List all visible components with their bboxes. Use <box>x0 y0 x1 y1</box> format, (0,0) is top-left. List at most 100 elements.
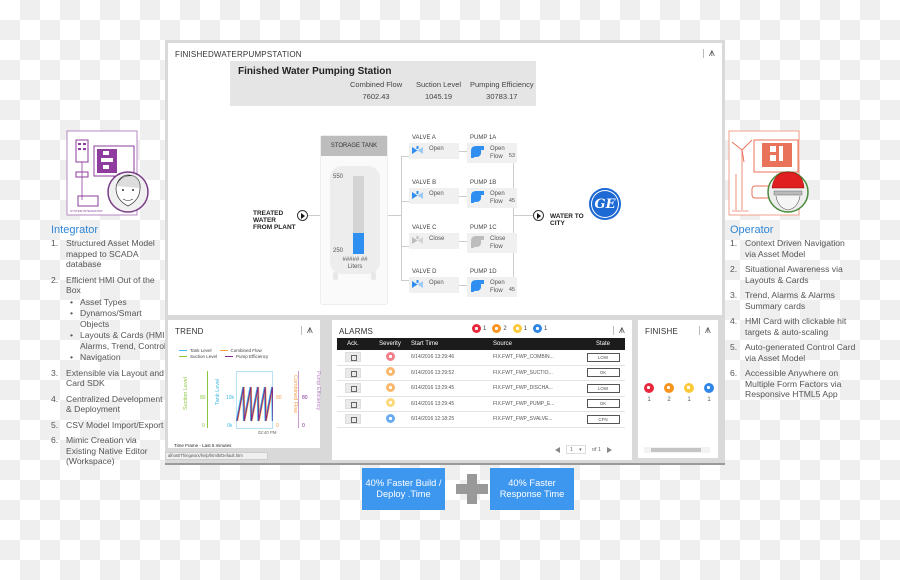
acknowledge-button[interactable] <box>345 414 361 425</box>
col-start-time[interactable]: Start Time <box>411 341 493 347</box>
next-page-icon[interactable] <box>607 446 612 453</box>
toolbar-divider <box>698 326 700 335</box>
summary-critical[interactable]: 1 <box>644 383 654 403</box>
axis-tick: 0 <box>202 423 205 429</box>
toolbar-divider <box>300 326 302 335</box>
alarm-start-time: 6/14/2016 13:29:45 <box>411 400 455 407</box>
expand-icon[interactable]: ⩚ <box>709 47 715 60</box>
trend-plot[interactable] <box>236 371 273 429</box>
summary-high[interactable]: 2 <box>664 383 674 403</box>
pump-0[interactable]: Open Flow 53 <box>467 143 517 163</box>
benefit-response-time: 40% Faster Response Time <box>490 468 574 510</box>
severity-icon <box>385 367 395 377</box>
valve-0[interactable]: Open <box>409 143 459 159</box>
col-source[interactable]: Source <box>493 341 581 347</box>
pump-3[interactable]: Open Flow 45 <box>467 277 517 297</box>
toolbar-divider <box>702 49 704 58</box>
summary-low[interactable]: 1 <box>533 324 547 333</box>
axis-tick: 10k <box>226 395 235 401</box>
integrator-item: 2.Efficient HMI Out of the Box Asset Typ… <box>51 275 169 363</box>
branch-pipe <box>401 156 409 157</box>
high-severity-icon <box>664 383 674 393</box>
tank-leg <box>371 272 376 280</box>
summary-high[interactable]: 2 <box>492 324 507 333</box>
critical-severity-icon <box>644 383 654 393</box>
hmi-card: FINISHEDWATERPUMPSTATION ⩚ Finished Wate… <box>168 43 722 315</box>
valve-label: VALVE B <box>412 180 437 186</box>
storage-tank[interactable]: STORAGE TANK 550 250 ##### ## Liters <box>320 135 388 305</box>
alarm-source: FIX.FWT_FWP_PUMP_E... <box>493 400 555 407</box>
page-select[interactable]: 1 ▾ <box>565 445 586 454</box>
x-axis-tick: 02:40 PM <box>258 430 277 435</box>
operator-item: 1. Context Driven Navigation via Asset Mo… <box>730 238 845 259</box>
acknowledge-button[interactable] <box>345 383 361 394</box>
branch-pipe <box>401 280 409 281</box>
axis-line-efficiency <box>298 371 299 428</box>
pump-icon <box>471 280 484 292</box>
outlet-navigate-icon[interactable] <box>533 210 544 221</box>
valve-1[interactable]: Open <box>409 188 459 204</box>
operator-list: 1. Context Driven Navigation via Asset Mo… <box>730 238 858 405</box>
pump-state: Open Flow <box>490 191 505 205</box>
alarm-start-time: 6/14/2016 13:29:46 <box>411 354 455 361</box>
chevron-down-icon: ▾ <box>579 446 582 453</box>
alarm-state[interactable]: OK <box>586 399 620 409</box>
alarm-row[interactable]: 6/14/2016 13:29:45 FIX.FWT_FWP_PUMP_E...… <box>337 397 625 412</box>
operator-title: Operator <box>730 224 774 236</box>
summary-medium[interactable]: 1 <box>512 324 527 333</box>
alarm-source: FIX.FWT_FWP_DISCHA... <box>493 385 553 392</box>
axis-tick: 80 <box>200 395 206 401</box>
alarm-summary: 1 2 1 1 <box>472 324 547 333</box>
acknowledge-button[interactable] <box>345 352 361 363</box>
operator-item: 4. HMI Card with clickable hit targets & … <box>730 316 847 337</box>
summary-medium[interactable]: 1 <box>684 383 694 403</box>
legend-tank-level[interactable]: Tank Level <box>179 348 212 353</box>
valve-state: Close <box>429 236 445 242</box>
alarm-row[interactable]: 6/14/2016 13:29:45 FIX.FWT_FWP_DISCHA...… <box>337 381 625 397</box>
kpi-panel: Finished Water Pumping Station Combined … <box>230 61 536 106</box>
pump-flow-value: 53 <box>508 153 515 159</box>
legend-suction-level[interactable]: Suction Level <box>179 354 217 359</box>
acknowledge-button[interactable] <box>345 367 361 378</box>
alarm-state[interactable]: LOW <box>586 352 620 362</box>
inlet-navigate-icon[interactable] <box>297 210 308 221</box>
pump-label: PUMP 1B <box>470 180 497 186</box>
alarm-state[interactable]: LOW <box>586 383 620 393</box>
toolbar-divider <box>612 326 614 335</box>
acknowledge-button[interactable] <box>345 398 361 409</box>
axis-tick: 0k <box>227 423 233 429</box>
expand-icon[interactable]: ⩚ <box>619 324 625 337</box>
summary-low[interactable]: 1 <box>704 383 714 403</box>
col-state[interactable]: State <box>581 341 625 347</box>
expand-icon[interactable]: ⩚ <box>307 324 313 337</box>
alarm-row[interactable]: 6/14/2016 12:18:25 FIX.FWT_FWP_SVALVE...… <box>337 412 625 428</box>
legend-combined-flow[interactable]: Combined Flow <box>219 348 262 353</box>
pump-1[interactable]: Open Flow 45 <box>467 188 517 208</box>
alarm-state[interactable]: OK <box>586 368 620 378</box>
severity-icon <box>385 413 395 423</box>
col-severity[interactable]: Severity <box>369 341 411 347</box>
expand-icon[interactable]: ⩚ <box>705 324 711 337</box>
discharge-pipe <box>513 215 533 216</box>
col-ack[interactable]: Ack. <box>337 341 369 347</box>
prev-page-icon[interactable] <box>554 446 560 453</box>
alarm-row[interactable]: 6/14/2016 13:29:52 FIX.FWT_FWP_SUCTIO...… <box>337 366 625 381</box>
pump-label: PUMP 1A <box>470 135 497 141</box>
trend-legend: Tank Level Combined Flow Suction Level P… <box>179 348 268 360</box>
scrollbar-thumb[interactable] <box>651 448 701 452</box>
tank-outlet-pipe <box>388 215 401 216</box>
axis-line-suction <box>207 371 208 428</box>
pump-flow-value: 45 <box>508 287 515 293</box>
alarms-card-toolbar: ⩚ <box>612 324 625 337</box>
legend-pump-efficiency[interactable]: Pump Efficiency <box>225 354 268 359</box>
axis-tick: 0 <box>276 423 279 429</box>
summary-critical[interactable]: 1 <box>472 324 486 333</box>
horizontal-scrollbar[interactable] <box>644 447 710 453</box>
pump-state: Open Flow <box>490 146 505 160</box>
valve-2[interactable]: Close <box>409 233 459 249</box>
pump-2[interactable]: Close Flow <box>467 233 517 253</box>
alarm-state[interactable]: CFN <box>586 414 620 424</box>
valve-3[interactable]: Open <box>409 277 459 293</box>
alarm-row[interactable]: 6/14/2016 13:29:46 FIX.FWT_FWP_COMBIN...… <box>337 350 625 366</box>
integrator-item: 3. Extensible via Layout and Card SDK <box>51 367 164 389</box>
